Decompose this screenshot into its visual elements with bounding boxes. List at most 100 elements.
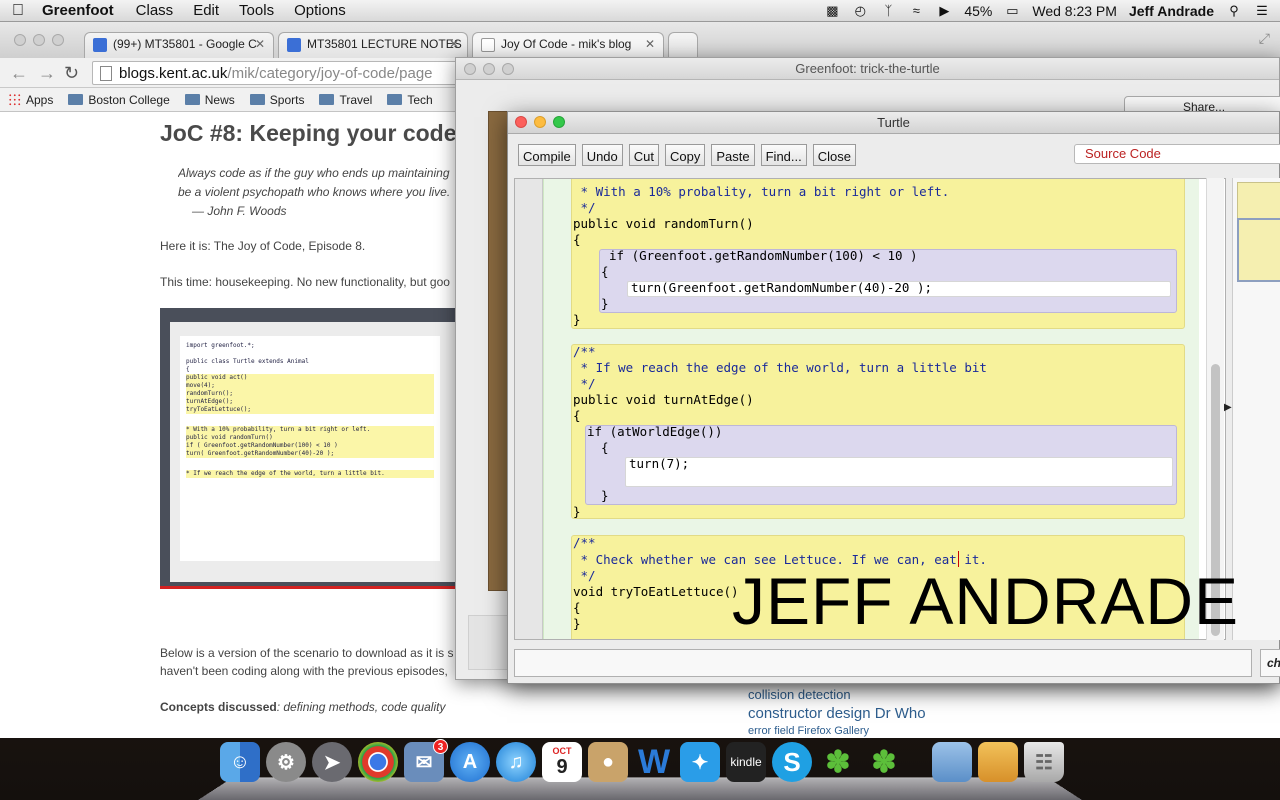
tag-constructor-design[interactable]: constructor design Dr Who bbox=[748, 705, 926, 722]
trash-icon[interactable]: ☷ bbox=[1024, 742, 1064, 782]
battery-percent[interactable]: 45% bbox=[964, 3, 992, 19]
wifi-icon[interactable]: ≈ bbox=[908, 3, 924, 18]
bookmark-label: News bbox=[204, 92, 235, 107]
status-menus: ▩ ◴ ᛉ ≈ ▶ 45% ▭ Wed 8:23 PM Jeff Andrade… bbox=[824, 3, 1280, 19]
chrome-icon[interactable] bbox=[358, 742, 398, 782]
minimize-window-icon[interactable] bbox=[483, 63, 495, 75]
close-window-icon[interactable] bbox=[515, 116, 527, 128]
thumb-code-line: * With a 10% probability, turn a bit rig… bbox=[186, 426, 434, 434]
new-tab-button[interactable] bbox=[668, 32, 698, 58]
finder-icon[interactable]: ☺ bbox=[220, 742, 260, 782]
back-arrow-icon[interactable]: ← bbox=[10, 63, 28, 84]
notification-center-icon[interactable]: ☰ bbox=[1254, 3, 1270, 18]
close-window-icon[interactable] bbox=[464, 63, 476, 75]
close-tab-icon[interactable]: ✕ bbox=[449, 37, 459, 51]
bookmark-sports[interactable]: Sports bbox=[249, 93, 304, 107]
menu-tools[interactable]: Tools bbox=[229, 2, 284, 19]
greenfoot-footprint-icon[interactable]: ✽ bbox=[864, 742, 904, 782]
word-icon[interactable]: W bbox=[634, 742, 674, 782]
battery-icon[interactable]: ▭ bbox=[1004, 3, 1020, 18]
find-button[interactable]: Find... bbox=[760, 144, 807, 166]
close-window-icon[interactable] bbox=[14, 34, 26, 46]
code-line: public void turnAtEdge() bbox=[573, 392, 754, 407]
thumb-code-line: public class Turtle extends Animal bbox=[186, 358, 309, 365]
calendar-icon[interactable]: OCT 9 bbox=[542, 742, 582, 782]
zoom-window-icon[interactable] bbox=[502, 63, 514, 75]
forward-arrow-icon[interactable]: → bbox=[38, 63, 56, 84]
menubar-clock[interactable]: Wed 8:23 PM bbox=[1032, 3, 1117, 19]
applications-folder-icon[interactable] bbox=[932, 742, 972, 782]
greenfoot-footprint-icon[interactable]: ✽ bbox=[818, 742, 858, 782]
zoom-window-icon[interactable] bbox=[553, 116, 565, 128]
line-gutter bbox=[515, 179, 543, 639]
thumb-code-line: import greenfoot.*; bbox=[186, 342, 255, 349]
launchpad-icon[interactable]: ➤ bbox=[312, 742, 352, 782]
greenfoot-main-titlebar[interactable]: Greenfoot: trick-the-turtle bbox=[456, 58, 1279, 80]
video-thumbnail[interactable]: import greenfoot.*; public class Turtle … bbox=[160, 308, 455, 589]
bookmark-label: Boston College bbox=[88, 92, 170, 107]
paste-button[interactable]: Paste bbox=[711, 144, 755, 166]
menu-app-name[interactable]: Greenfoot bbox=[36, 2, 126, 19]
system-preferences-icon[interactable]: ⚙ bbox=[266, 742, 306, 782]
reload-icon[interactable]: ↻ bbox=[64, 63, 79, 84]
shield-icon[interactable]: ▩ bbox=[824, 3, 840, 18]
bookmark-news[interactable]: News bbox=[184, 92, 235, 107]
menu-bar:  Greenfoot Class Edit Tools Options ▩ ◴… bbox=[0, 0, 1280, 22]
close-tab-icon[interactable]: ✕ bbox=[255, 37, 265, 51]
minimize-window-icon[interactable] bbox=[33, 34, 45, 46]
compile-button[interactable]: Compile bbox=[518, 144, 576, 166]
copy-button[interactable]: Copy bbox=[665, 144, 706, 166]
mail-icon[interactable]: ✉ 3 bbox=[404, 739, 448, 782]
code-line: } bbox=[573, 312, 581, 327]
itunes-icon[interactable]: ♫ bbox=[496, 742, 536, 782]
browser-tab-lecture-notes[interactable]: MT35801 LECTURE NOTES ✕ bbox=[278, 32, 468, 58]
bookmark-travel[interactable]: Travel bbox=[319, 93, 372, 107]
editor-toolbar: Compile Undo Cut Copy Paste Find... Clos… bbox=[518, 144, 856, 166]
thumb-code-line: public void randomTurn() bbox=[186, 434, 434, 442]
spotlight-search-icon[interactable]: ⚲ bbox=[1226, 3, 1242, 18]
browser-tab-joy-of-code[interactable]: Joy Of Code - mik's blog ✕ bbox=[472, 32, 664, 58]
twitter-icon[interactable]: ✦ bbox=[680, 742, 720, 782]
navigation-view[interactable] bbox=[1232, 178, 1280, 640]
code-line: } bbox=[573, 616, 581, 631]
time-machine-icon[interactable]: ◴ bbox=[852, 3, 868, 18]
apple-menu-icon[interactable]:  bbox=[0, 2, 36, 20]
downloads-stack-icon[interactable] bbox=[978, 742, 1018, 782]
menu-edit[interactable]: Edit bbox=[183, 2, 229, 19]
thumb-code-line: turnAtEdge(); bbox=[186, 398, 434, 406]
collapse-nav-arrow-icon[interactable]: ▶ bbox=[1224, 402, 1232, 413]
tag-collision-detection[interactable]: collision detection bbox=[748, 687, 851, 702]
post-title[interactable]: JoC #8: Keeping your code bbox=[160, 120, 460, 147]
bookmark-tech[interactable]: Tech bbox=[387, 93, 433, 107]
menubar-user[interactable]: Jeff Andrade bbox=[1129, 3, 1214, 19]
cut-button[interactable]: Cut bbox=[628, 144, 659, 166]
volume-icon[interactable]: ▶ bbox=[936, 3, 952, 18]
close-tab-icon[interactable]: ✕ bbox=[645, 37, 655, 51]
minimap-viewport[interactable] bbox=[1237, 218, 1280, 282]
menu-class[interactable]: Class bbox=[126, 2, 184, 19]
thumb-code-line: move(4); bbox=[186, 382, 434, 390]
bookmark-label: Travel bbox=[339, 92, 373, 107]
quote-author: — John F. Woods bbox=[192, 204, 287, 218]
code-line: } bbox=[573, 504, 581, 519]
browser-tab-gmail[interactable]: (99+) MT35801 - Google C ✕ bbox=[84, 32, 274, 58]
fullscreen-icon[interactable]: ⤢ bbox=[1259, 30, 1270, 47]
editor-titlebar[interactable]: Turtle bbox=[508, 112, 1279, 134]
quote-line: be a violent psychopath who knows where … bbox=[178, 185, 451, 199]
view-mode-select[interactable]: Source Code bbox=[1074, 144, 1280, 164]
bookmark-boston-college[interactable]: Boston College bbox=[68, 92, 170, 107]
skype-icon[interactable]: S bbox=[772, 742, 812, 782]
close-button[interactable]: Close bbox=[812, 144, 856, 166]
kindle-icon[interactable]: kindle bbox=[726, 742, 766, 782]
address-bar[interactable]: blogs.kent.ac.uk/mik/category/joy-of-cod… bbox=[92, 61, 462, 85]
minimize-window-icon[interactable] bbox=[534, 116, 546, 128]
bluetooth-icon[interactable]: ᛉ bbox=[880, 3, 896, 18]
browser-window-controls bbox=[14, 34, 64, 46]
undo-button[interactable]: Undo bbox=[581, 144, 623, 166]
iphoto-icon[interactable]: ● bbox=[588, 742, 628, 782]
code-line: { bbox=[573, 232, 581, 247]
menu-options[interactable]: Options bbox=[284, 2, 356, 19]
bookmark-apps[interactable]: Apps bbox=[8, 93, 53, 107]
app-store-icon[interactable]: A bbox=[450, 742, 490, 782]
zoom-window-icon[interactable] bbox=[52, 34, 64, 46]
